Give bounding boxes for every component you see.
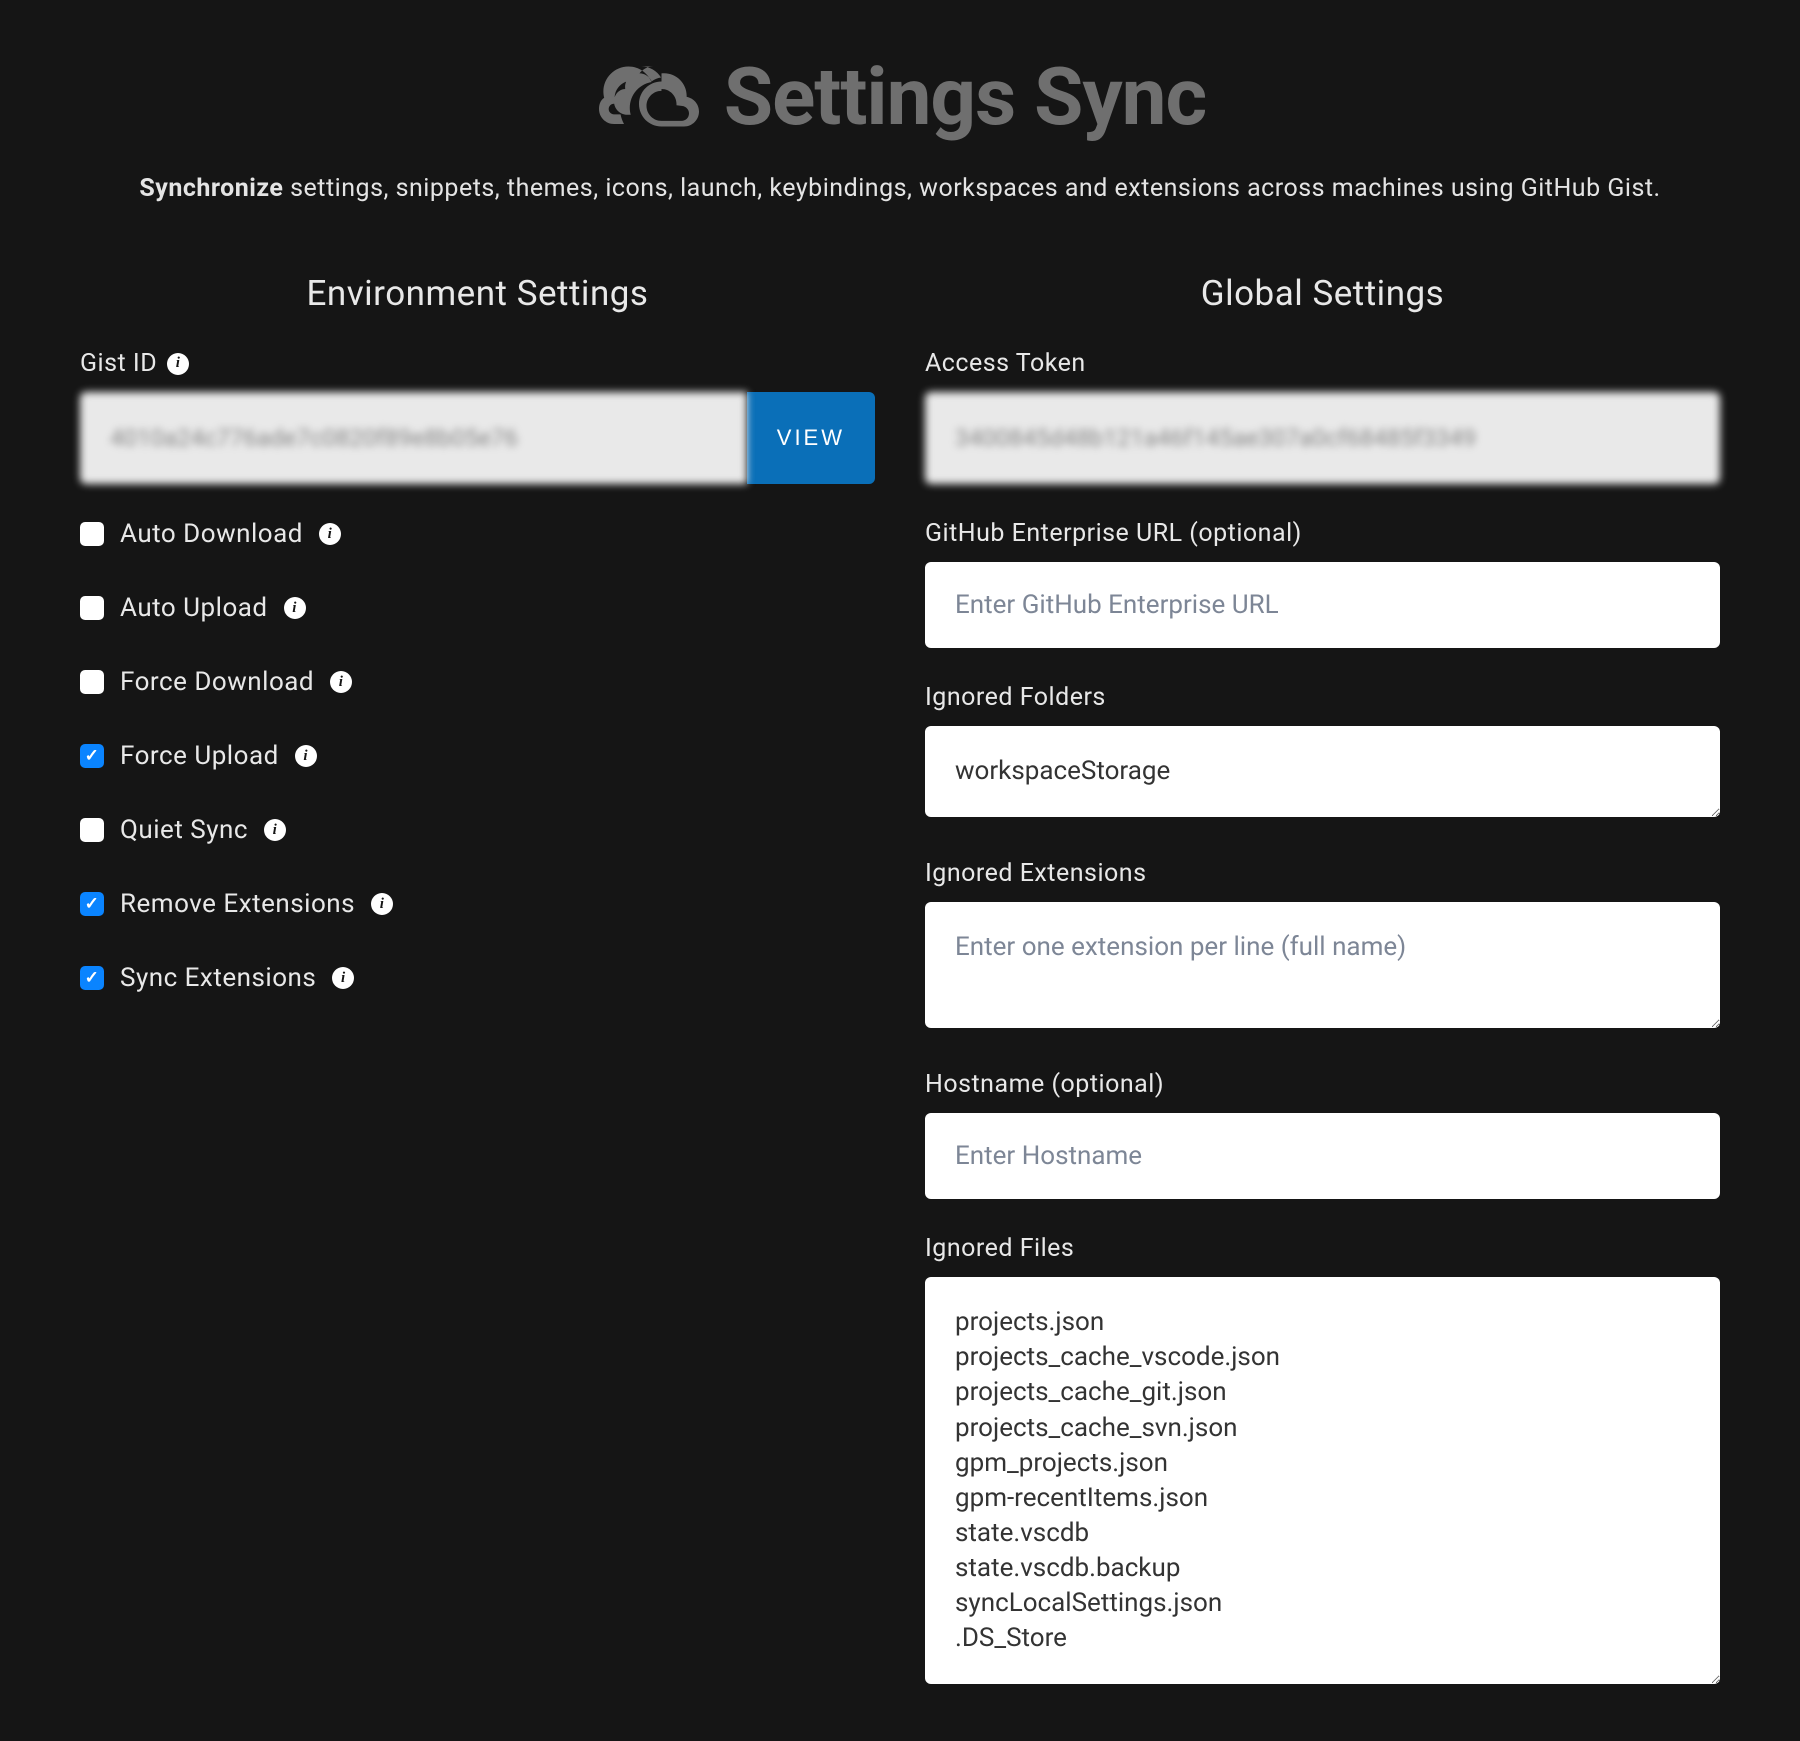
ignored-folders-label: Ignored Folders [925, 683, 1106, 712]
ghe-label: GitHub Enterprise URL (optional) [925, 519, 1302, 548]
checkbox-label: Force Download [120, 667, 314, 697]
tagline: Synchronize settings, snippets, themes, … [80, 174, 1720, 203]
access-token-input[interactable]: 3400845d48b121a46f145ae307a0cf68485f3349 [925, 392, 1720, 484]
info-icon[interactable]: i [332, 967, 354, 989]
checkbox-label: Sync Extensions [120, 963, 316, 993]
checkbox-force-download[interactable] [80, 670, 104, 694]
cloud-icon [594, 54, 704, 141]
checkbox-sync-extensions[interactable] [80, 966, 104, 990]
global-heading: Global Settings [925, 273, 1720, 314]
checkbox-auto-download[interactable] [80, 522, 104, 546]
info-icon[interactable]: i [167, 353, 189, 375]
check-row-force-download: Force Download i [80, 667, 875, 697]
hostname-input[interactable] [925, 1113, 1720, 1199]
access-token-label: Access Token [925, 349, 1086, 378]
global-settings-column: Global Settings Access Token 3400845d48b… [925, 273, 1720, 1691]
page-title: Settings Sync [724, 50, 1206, 144]
ghe-input[interactable] [925, 562, 1720, 648]
checkbox-auto-upload[interactable] [80, 596, 104, 620]
check-row-remove-extensions: Remove Extensions i [80, 889, 875, 919]
hostname-label: Hostname (optional) [925, 1070, 1164, 1099]
ignored-folders-input[interactable] [925, 726, 1720, 817]
info-icon[interactable]: i [319, 523, 341, 545]
tagline-bold: Synchronize [139, 174, 283, 203]
ignored-files-label: Ignored Files [925, 1234, 1074, 1263]
check-row-force-upload: Force Upload i [80, 741, 875, 771]
info-icon[interactable]: i [371, 893, 393, 915]
check-row-sync-extensions: Sync Extensions i [80, 963, 875, 993]
checkbox-label: Auto Upload [120, 593, 268, 623]
checkbox-remove-extensions[interactable] [80, 892, 104, 916]
info-icon[interactable]: i [295, 745, 317, 767]
info-icon[interactable]: i [284, 597, 306, 619]
check-row-auto-download: Auto Download i [80, 519, 875, 549]
tagline-rest: settings, snippets, themes, icons, launc… [283, 174, 1660, 203]
environment-settings-column: Environment Settings Gist ID i 4010a24c7… [80, 273, 875, 1691]
info-icon[interactable]: i [330, 671, 352, 693]
view-button[interactable]: VIEW [747, 392, 875, 484]
gist-id-input[interactable]: 4010a24c776ade7c0820f89e8b05e76 [80, 392, 747, 484]
ignored-ext-label: Ignored Extensions [925, 859, 1147, 888]
check-row-auto-upload: Auto Upload i [80, 593, 875, 623]
ignored-files-input[interactable] [925, 1277, 1720, 1684]
checkbox-quiet-sync[interactable] [80, 818, 104, 842]
checkbox-label: Remove Extensions [120, 889, 355, 919]
checkbox-force-upload[interactable] [80, 744, 104, 768]
info-icon[interactable]: i [264, 819, 286, 841]
check-row-quiet-sync: Quiet Sync i [80, 815, 875, 845]
environment-heading: Environment Settings [80, 273, 875, 314]
gist-id-label: Gist ID [80, 349, 157, 378]
checkbox-label: Quiet Sync [120, 815, 248, 845]
checkbox-label: Force Upload [120, 741, 279, 771]
ignored-ext-input[interactable] [925, 902, 1720, 1028]
checkbox-label: Auto Download [120, 519, 303, 549]
